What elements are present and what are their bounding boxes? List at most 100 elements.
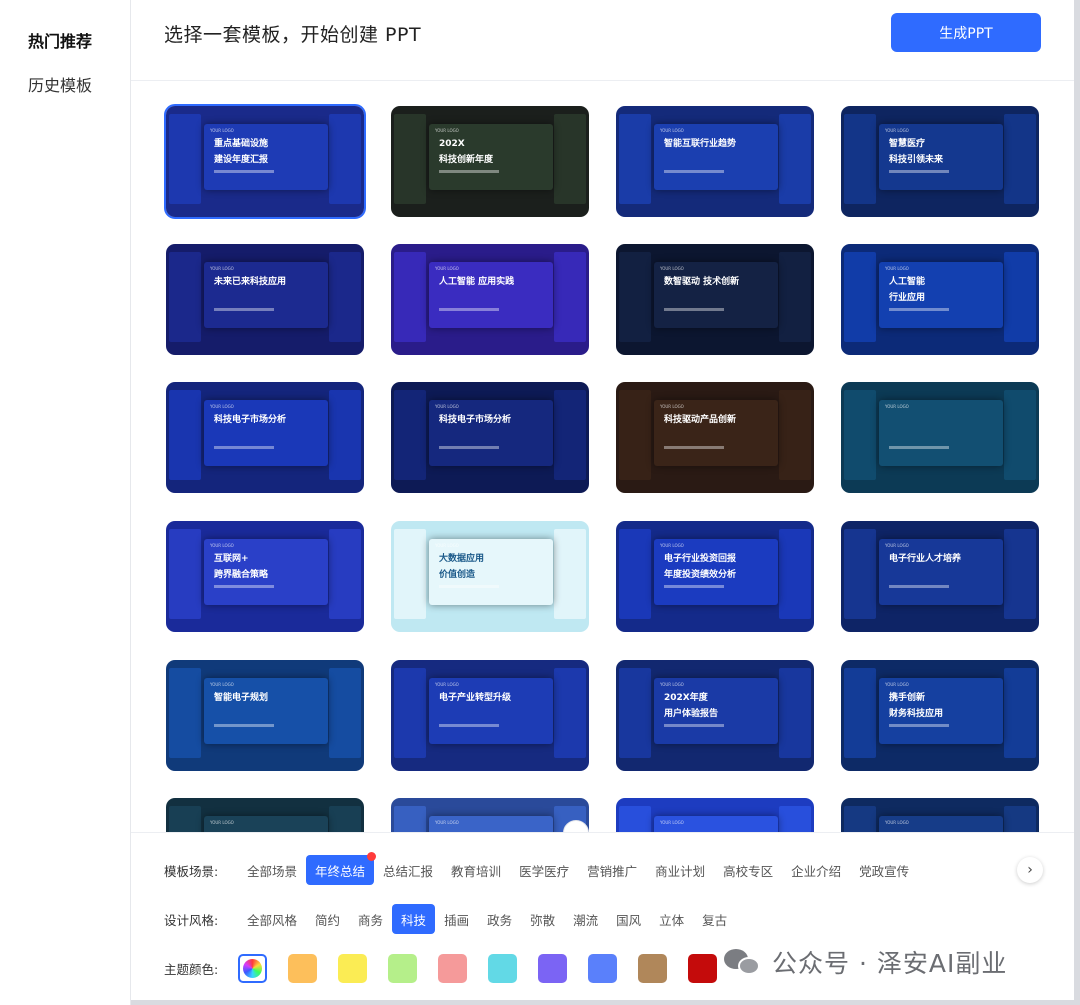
style-option[interactable]: 立体 <box>650 904 693 934</box>
scene-option[interactable]: 营销推广 <box>578 855 646 885</box>
template-title-line2: 年度投资绩效分析 <box>664 570 737 580</box>
template-card[interactable]: YOUR LOGO 电子产业转型升级 <box>391 660 589 771</box>
style-option[interactable]: 科技 <box>392 904 436 934</box>
template-title-line1: 电子行业投资回报 <box>664 554 737 564</box>
scene-option[interactable]: 总结汇报 <box>374 855 442 885</box>
template-card[interactable]: YOUR LOGO 智慧医疗 科技引领未来 <box>841 106 1039 217</box>
style-option[interactable]: 简约 <box>306 904 349 934</box>
template-title-line1: 智慧医疗 <box>889 139 926 149</box>
template-title-line1: 电子行业人才培养 <box>889 554 962 564</box>
template-title-line1: 数智驱动 技术创新 <box>664 277 740 287</box>
style-option[interactable]: 商务 <box>349 904 392 934</box>
template-title-line1: 大数据应用 <box>439 554 485 564</box>
scene-option[interactable]: 商业计划 <box>646 855 714 885</box>
template-card[interactable]: YOUR LOGO 人工智能 应用实践 <box>391 244 589 355</box>
style-option[interactable]: 复古 <box>693 904 736 934</box>
scene-option[interactable]: 医学医疗 <box>510 855 578 885</box>
chevron-right-icon: › <box>1027 862 1033 878</box>
main-panel: 选择一套模板，开始创建 PPT 生成PPT YOUR LOGO 重点基础设施 建设年… <box>131 0 1074 1000</box>
template-card[interactable]: YOUR LOGO <box>841 382 1039 493</box>
header: 选择一套模板，开始创建 PPT 生成PPT <box>131 0 1074 81</box>
scene-option[interactable]: 教育培训 <box>442 855 510 885</box>
scene-option[interactable]: 党政宣传 <box>850 855 918 885</box>
color-swatch[interactable] <box>488 953 517 983</box>
sidebar-item-hot[interactable]: 热门推荐 <box>28 28 92 52</box>
template-title-line2: 建设年度汇报 <box>214 155 269 165</box>
sidebar: 热门推荐 历史模板 <box>0 0 131 1005</box>
color-swatch[interactable] <box>438 953 467 983</box>
scene-next-button[interactable]: › <box>1017 857 1043 883</box>
template-card[interactable]: YOUR LOGO 电子行业投资回报 年度投资绩效分析 <box>616 521 814 632</box>
template-title-line2: 价值创造 <box>439 570 476 580</box>
color-swatch[interactable] <box>338 953 367 983</box>
page-title: 选择一套模板，开始创建 PPT <box>164 24 422 46</box>
scene-option[interactable]: 高校专区 <box>714 855 782 885</box>
template-card[interactable]: YOUR LOGO <box>841 798 1039 832</box>
generate-ppt-button[interactable]: 生成PPT <box>891 13 1041 52</box>
template-title-line1: 202X <box>439 139 465 149</box>
template-title-line2: 科技创新年度 <box>439 155 494 165</box>
template-card[interactable]: YOUR LOGO <box>616 798 814 832</box>
template-title-line1: 携手创新 <box>889 693 926 703</box>
color-swatch[interactable] <box>638 953 667 983</box>
scene-option[interactable]: 企业介绍 <box>782 855 850 885</box>
color-wheel-icon <box>243 958 262 978</box>
style-option[interactable]: 插画 <box>435 904 478 934</box>
template-card[interactable]: YOUR LOGO <box>166 798 364 832</box>
color-filter-row: 主题颜色: <box>164 953 738 983</box>
template-title-line1: 重点基础设施 <box>214 139 269 149</box>
scene-filter-label: 模板场景: <box>164 863 219 879</box>
style-option[interactable]: 国风 <box>607 904 650 934</box>
template-title-line2: 跨界融合策略 <box>214 570 269 580</box>
template-card[interactable]: YOUR LOGO 智能互联行业趋势 <box>616 106 814 217</box>
template-card[interactable]: YOUR LOGO 202X 科技创新年度 <box>391 106 589 217</box>
template-card[interactable]: YOUR LOGO 数智驱动 技术创新 <box>616 244 814 355</box>
template-title-line2: 用户体验报告 <box>664 709 719 719</box>
template-title-line1: 智能互联行业趋势 <box>664 139 737 149</box>
template-grid: YOUR LOGO 重点基础设施 建设年度汇报 YOUR LOGO 202X 科技创新年度… <box>131 82 1074 832</box>
template-card[interactable]: YOUR LOGO 电子行业人才培养 <box>841 521 1039 632</box>
template-title-line1: 科技电子市场分析 <box>214 415 287 425</box>
color-swatch[interactable] <box>588 953 617 983</box>
style-option[interactable]: 政务 <box>478 904 521 934</box>
template-title-line2: 财务科技应用 <box>889 709 944 719</box>
scene-option[interactable]: 全部场景 <box>238 855 306 885</box>
color-swatch[interactable] <box>688 953 717 983</box>
template-card[interactable]: YOUR LOGO 携手创新 财务科技应用 <box>841 660 1039 771</box>
app-window: 热门推荐 历史模板 选择一套模板，开始创建 PPT 生成PPT YOUR LOG… <box>0 0 1080 1005</box>
color-swatch[interactable] <box>538 953 567 983</box>
template-title-line1: 人工智能 <box>889 277 926 287</box>
sidebar-item-history[interactable]: 历史模板 <box>28 72 92 96</box>
color-swatch-all[interactable] <box>238 953 267 983</box>
template-card[interactable]: YOUR LOGO 互联网+ 跨界融合策略 <box>166 521 364 632</box>
template-title-line1: 未来已来科技应用 <box>214 277 287 287</box>
template-title-line1: 智能电子规划 <box>214 693 269 703</box>
style-option[interactable]: 全部风格 <box>238 904 306 934</box>
style-option[interactable]: 潮流 <box>564 904 607 934</box>
template-card[interactable]: YOUR LOGO 大数据应用 价值创造 <box>391 521 589 632</box>
watermark: 公众号 · 泽安AI副业 <box>724 945 1007 979</box>
color-swatch[interactable] <box>288 953 317 983</box>
template-title-line1: 互联网+ <box>214 554 249 564</box>
template-card[interactable]: YOUR LOGO 人工智能 行业应用 <box>841 244 1039 355</box>
template-card[interactable]: YOUR LOGO 重点基础设施 建设年度汇报 <box>164 104 366 219</box>
template-card[interactable]: YOUR LOGO 202X年度 用户体验报告 <box>616 660 814 771</box>
template-card[interactable]: YOUR LOGO 智能电子规划 <box>166 660 364 771</box>
scene-filter-row: 模板场景: 全部场景 年终总结 总结汇报 教育培训 医学医疗 营销推广 商业计划 高校专区 企业… <box>164 852 918 885</box>
style-filter-row: 设计风格: 全部风格 简约 商务 科技 插画 政务 弥散 潮流 国风 立体 复古 <box>164 904 736 934</box>
color-filter-label: 主题颜色: <box>164 961 219 977</box>
template-title-line2: 行业应用 <box>889 293 926 303</box>
style-option[interactable]: 弥散 <box>521 904 564 934</box>
watermark-text: 公众号 · 泽安AI副业 <box>772 949 1008 978</box>
scene-option[interactable]: 年终总结 <box>306 852 377 885</box>
template-card[interactable]: YOUR LOGO <box>391 798 589 832</box>
template-card[interactable]: YOUR LOGO 未来已来科技应用 <box>166 244 364 355</box>
template-card[interactable]: YOUR LOGO 科技电子市场分析 <box>391 382 589 493</box>
style-filter-label: 设计风格: <box>164 912 219 928</box>
template-card[interactable]: YOUR LOGO 科技电子市场分析 <box>166 382 364 493</box>
template-title-line1: 电子产业转型升级 <box>439 693 512 703</box>
color-swatch[interactable] <box>388 953 417 983</box>
template-card[interactable]: YOUR LOGO 科技驱动产品创新 <box>616 382 814 493</box>
template-title-line1: 人工智能 应用实践 <box>439 277 515 287</box>
template-title-line1: 科技驱动产品创新 <box>664 415 737 425</box>
